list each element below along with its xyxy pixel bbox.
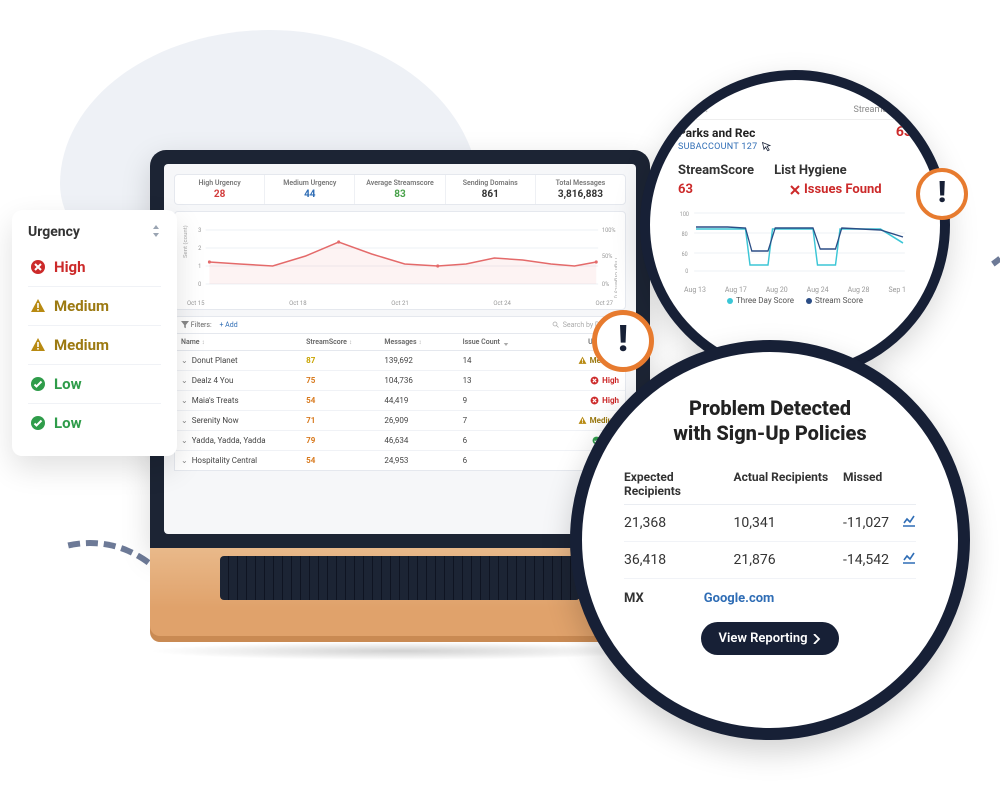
chevron-right-icon — [813, 634, 821, 644]
recipients-table-header: Expected RecipientsActual RecipientsMiss… — [624, 464, 916, 505]
streamscore-value: 63 — [678, 182, 770, 197]
svg-text:2: 2 — [198, 246, 202, 252]
svg-text:High Urgency (percent): High Urgency (percent) — [613, 258, 617, 298]
svg-text:80: 80 — [682, 232, 688, 238]
metric-high-urgency[interactable]: High Urgency 28 — [175, 175, 265, 204]
filter-bar: Filters: + Add Search by Domain — [174, 316, 626, 334]
expand-chevron-icon[interactable]: ⌄ — [181, 396, 188, 405]
mx-link[interactable]: Google.com — [704, 591, 775, 606]
table-header: Name↕ StreamScore↕ Messages↕ Issue Count… — [174, 334, 626, 351]
dashboard-screen: High Urgency 28 Medium Urgency 44 Averag… — [164, 164, 636, 534]
col-name[interactable]: Name↕ — [181, 338, 306, 346]
expand-chevron-icon[interactable]: ⌄ — [181, 436, 188, 445]
recipients-row: 21,36810,341-11,027 — [624, 505, 916, 542]
metric-bar: High Urgency 28 Medium Urgency 44 Averag… — [174, 174, 626, 205]
expand-chevron-icon[interactable]: ⌄ — [181, 356, 188, 365]
table-row[interactable]: ⌄Dealz 4 You75104,73613 High — [175, 370, 625, 390]
svg-text:100%: 100% — [602, 228, 616, 234]
filters-label: Filters: — [191, 321, 212, 329]
alert-badge-icon: ! — [916, 168, 968, 220]
urgency-legend-title: Urgency — [28, 224, 80, 240]
main-chart-xaxis: Oct 15Oct 18 Oct 21Oct 24 Oct 27 — [183, 298, 617, 307]
detail-popout-problem: Problem Detectedwith Sign-Up Policies Ex… — [570, 340, 970, 740]
table-row[interactable]: ⌄Yadda, Yadda, Yadda7946,6346 Low — [175, 430, 625, 450]
detail-popout-streamscore: Name ↕ StreamScore ↕ Parks and Rec SUBAC… — [640, 70, 950, 380]
add-filter-button[interactable]: + Add — [219, 321, 237, 329]
expand-chevron-icon[interactable]: ⌄ — [181, 416, 188, 425]
metric-total-messages[interactable]: Total Messages 3,816,883 — [536, 175, 625, 204]
expand-chevron-icon[interactable]: ⌄ — [181, 456, 188, 465]
streamscore-trend-chart: 100 80 60 0 — [678, 203, 912, 283]
col-issue-count[interactable]: Issue Count — [463, 338, 541, 346]
table-row[interactable]: ⌄Serenity Now7126,9097 Medium — [175, 410, 625, 430]
laptop-base — [150, 608, 650, 636]
urgency-row[interactable]: Low — [28, 364, 161, 403]
tab-list-hygiene[interactable]: List Hygiene — [774, 163, 847, 178]
table-row[interactable]: ⌄Hospitality Central5424,9536 High — [175, 450, 625, 470]
svg-text:3: 3 — [198, 228, 201, 234]
urgency-row[interactable]: Low — [28, 403, 161, 442]
svg-text:0%: 0% — [602, 282, 610, 288]
svg-text:60: 60 — [682, 252, 688, 258]
table-row[interactable]: ⌄Donut Planet87139,69214 Medium — [175, 351, 625, 370]
table-body: ⌄Donut Planet87139,69214 Medium⌄Dealz 4 … — [174, 351, 626, 471]
metric-sending-domains[interactable]: Sending Domains 861 — [446, 175, 536, 204]
subaccount-label[interactable]: SUBACCOUNT 127 — [678, 141, 773, 153]
svg-text:0: 0 — [685, 269, 688, 275]
tab-streamscore[interactable]: StreamScore — [678, 163, 754, 178]
account-name[interactable]: Parks and Rec — [678, 126, 773, 140]
svg-text:100: 100 — [680, 212, 689, 218]
urgency-row[interactable]: High — [28, 248, 161, 286]
svg-text:0: 0 — [198, 282, 201, 288]
view-reporting-button[interactable]: View Reporting — [701, 622, 840, 655]
issues-found-label: Issues Found — [790, 182, 882, 197]
table-row[interactable]: ⌄Maia's Treats5444,4199 High — [175, 390, 625, 410]
urgency-icon — [30, 376, 46, 392]
chart-legend: Three Day Score Stream Score — [678, 296, 912, 305]
problem-title: Problem Detectedwith Sign-Up Policies — [624, 396, 916, 446]
svg-text:50%: 50% — [602, 254, 613, 260]
urgency-icon — [30, 337, 46, 353]
main-line-chart: Sent (count) 3 2 1 0 100% 50% 0% High Urgenc… — [174, 211, 626, 310]
trend-chart-icon[interactable] — [898, 552, 916, 568]
urgency-row[interactable]: Medium — [28, 325, 161, 364]
svg-text:1: 1 — [198, 264, 201, 270]
alert-badge-icon: ! — [592, 310, 654, 372]
urgency-icon — [30, 259, 46, 275]
urgency-icon — [30, 298, 46, 314]
recipients-row: 36,41821,876-14,542 — [624, 542, 916, 579]
mx-record-row: MX Google.com — [624, 579, 916, 606]
col-messages[interactable]: Messages↕ — [384, 338, 462, 346]
trend-chart-icon[interactable] — [898, 515, 916, 531]
urgency-legend-card: Urgency HighMediumMediumLowLow — [12, 210, 177, 456]
urgency-icon — [30, 415, 46, 431]
col-name[interactable]: Name — [678, 105, 702, 115]
urgency-row[interactable]: Medium — [28, 286, 161, 325]
svg-text:Sent (count): Sent (count) — [183, 225, 189, 258]
metric-medium-urgency[interactable]: Medium Urgency 44 — [265, 175, 355, 204]
expand-chevron-icon[interactable]: ⌄ — [181, 376, 188, 385]
streamscore-value: 63 — [896, 120, 912, 140]
cursor-icon — [761, 141, 773, 153]
metric-avg-streamscore[interactable]: Average Streamscore 83 — [355, 175, 445, 204]
sort-icon[interactable] — [151, 225, 161, 240]
col-streamscore[interactable]: StreamScore↕ — [306, 338, 384, 346]
